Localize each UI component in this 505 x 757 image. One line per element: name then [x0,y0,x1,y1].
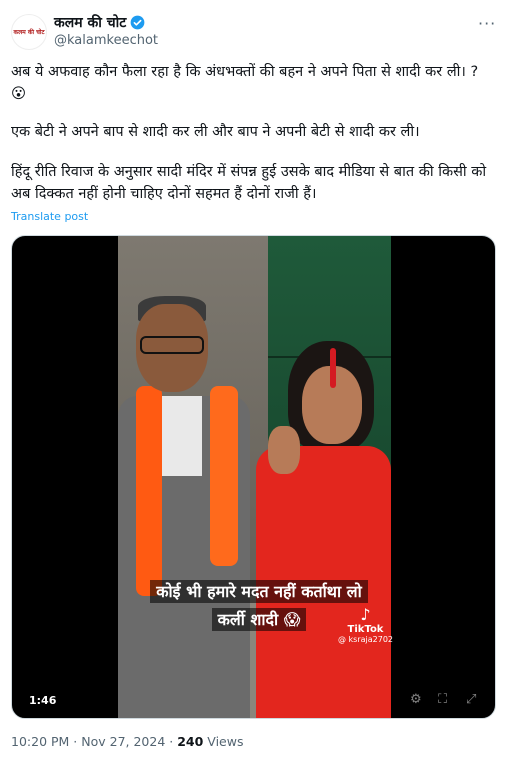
video-duration: 1:46 [29,694,57,707]
caption-line-2: कर्ली शादी 😱 [211,608,307,631]
emoji-surprised: 😮 [11,86,27,102]
tweet-paragraph-3: हिंदू रीति रिवाज के अनुसार सादी मंदिर मे… [11,164,487,202]
tweet-meta: 10:20 PM · Nov 27, 2024 · 240 Views [11,734,244,749]
translate-post-link[interactable]: Translate post [11,210,88,223]
avatar[interactable]: कलम की चोट [11,14,47,50]
tweet-line-1: अब ये अफवाह कौन फैला रहा है कि अंधभक्तों… [11,64,479,80]
verified-badge-icon [130,15,145,30]
views-count: 240 [177,734,204,749]
tiktok-label: TikTok [347,624,384,635]
video-player[interactable] [11,235,496,719]
author-handle[interactable]: @kalamkeechot [54,33,158,48]
settings-icon[interactable]: ⚙ [410,692,422,707]
tiktok-handle: @ ksraja2702 [338,635,394,644]
share-icon[interactable]: ⤢ [466,692,476,707]
tweet-paragraph-1: अब ये अफवाह कौन फैला रहा है कि अंधभक्तों… [11,61,491,105]
tweet-paragraph-2: एक बेटी ने अपने बाप से शादी कर ली और बाप… [11,124,420,140]
views-label: Views [207,734,244,749]
fullscreen-icon[interactable]: ⛶ [438,692,447,707]
tweet-date[interactable]: Nov 27, 2024 [81,734,165,749]
caption-line-1: कोई भी हमारे मदत नहीं कर्ताथा लो [150,580,368,603]
tweet-time[interactable]: 10:20 PM [11,734,69,749]
tiktok-logo-icon: ♪ [360,605,371,624]
tiktok-watermark: ♪ TikTok @ ksraja2702 [338,605,393,644]
avatar-logo-text: कलम की चोट [13,29,45,36]
more-options-icon[interactable]: ··· [478,14,496,33]
video-frame [118,236,391,718]
author-name[interactable]: कलम की चोट [54,13,126,32]
author-name-row[interactable]: कलम की चोट [54,13,145,32]
